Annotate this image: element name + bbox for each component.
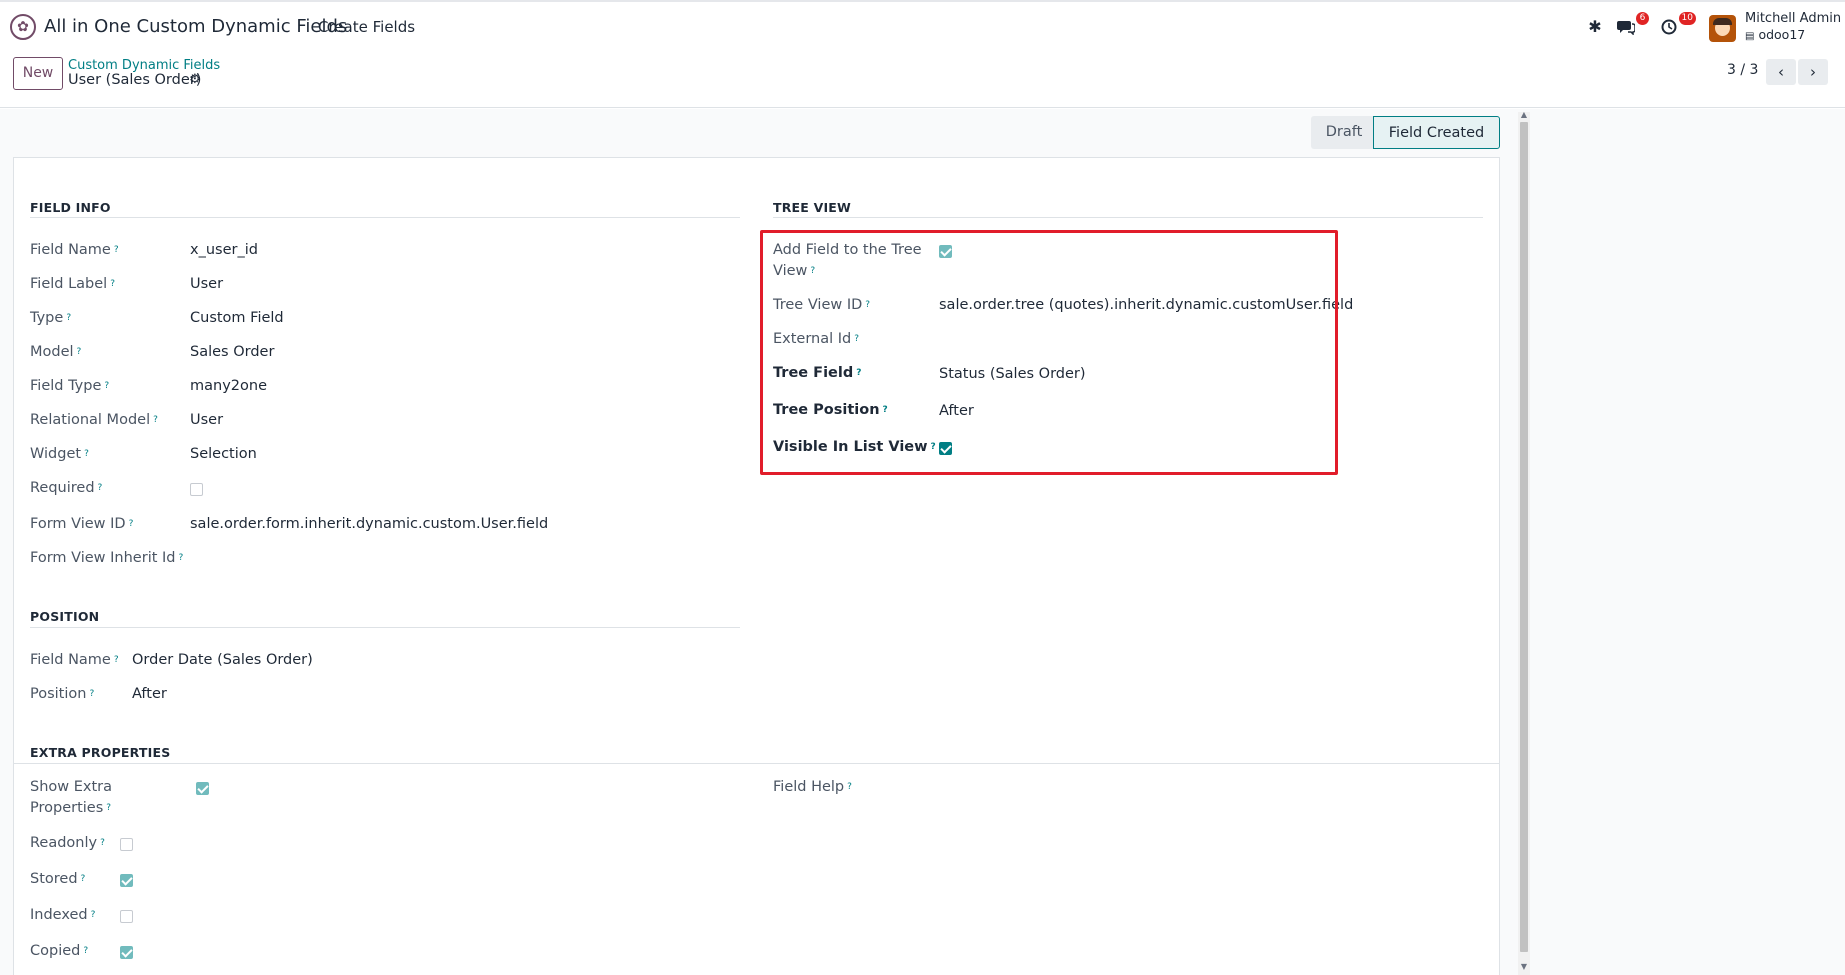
scroll-down-arrow-icon[interactable]: ▼ — [1518, 962, 1530, 971]
pager-value[interactable]: 3 / 3 — [1727, 62, 1758, 78]
value-field-label[interactable]: User — [190, 274, 223, 295]
database-icon: ▤ — [1745, 31, 1755, 42]
indexed-checkbox[interactable] — [120, 910, 133, 923]
label-widget: Widget? — [30, 446, 89, 462]
pager-previous-button[interactable]: ‹ — [1766, 59, 1796, 85]
label-position: Position? — [30, 686, 95, 702]
label-form-view-inherit-id: Form View Inherit Id? — [30, 550, 184, 566]
user-avatar[interactable] — [1709, 15, 1736, 42]
label-field-type: Field Type? — [30, 378, 110, 394]
section-divider — [14, 763, 1499, 764]
label-form-view-id: Form View ID? — [30, 516, 134, 532]
copied-checkbox[interactable] — [120, 946, 133, 959]
debug-bug-icon[interactable]: ✱ — [1584, 16, 1606, 38]
value-field-name[interactable]: x_user_id — [190, 240, 258, 261]
label-readonly: Readonly? — [30, 835, 105, 851]
value-position[interactable]: After — [132, 684, 167, 705]
value-type[interactable]: Custom Field — [190, 308, 284, 329]
value-field-type[interactable]: many2one — [190, 376, 267, 397]
scroll-up-arrow-icon[interactable]: ▲ — [1518, 110, 1530, 119]
stored-checkbox[interactable] — [120, 874, 133, 887]
value-position-field-name[interactable]: Order Date (Sales Order) — [132, 650, 313, 671]
top-navbar: ✿ All in One Custom Dynamic Fields Creat… — [0, 0, 1845, 52]
section-title-extra-properties: EXTRA PROPERTIES — [30, 745, 171, 760]
vertical-scrollbar[interactable]: ▲ ▼ — [1518, 110, 1530, 975]
value-form-view-id[interactable]: sale.order.form.inherit.dynamic.custom.U… — [190, 514, 548, 535]
label-stored: Stored? — [30, 871, 86, 887]
label-position-field-name: Field Name? — [30, 652, 119, 668]
activities-clock-icon[interactable]: 10 — [1658, 12, 1696, 38]
menu-create-fields[interactable]: Create Fields — [318, 18, 415, 36]
control-panel: New Custom Dynamic Fields User (Sales Or… — [0, 52, 1845, 108]
section-title-field-info: FIELD INFO — [30, 200, 111, 215]
label-model: Model? — [30, 344, 82, 360]
highlight-box — [760, 230, 1338, 475]
database-name: ▤ odoo17 — [1745, 27, 1805, 42]
show-extra-properties-checkbox[interactable] — [196, 782, 209, 795]
label-field-label: Field Label? — [30, 276, 115, 292]
app-name[interactable]: All in One Custom Dynamic Fields — [44, 16, 347, 37]
stage-draft[interactable]: Draft — [1311, 116, 1377, 149]
section-divider — [30, 217, 740, 218]
required-checkbox[interactable] — [190, 483, 203, 496]
scrollbar-thumb[interactable] — [1520, 122, 1528, 952]
user-name[interactable]: Mitchell Admin — [1745, 11, 1841, 26]
gear-icon[interactable]: ⚙ — [189, 72, 201, 87]
activities-badge: 10 — [1678, 12, 1696, 25]
database-label: odoo17 — [1758, 27, 1806, 42]
app-home-icon[interactable]: ✿ — [10, 14, 36, 40]
label-type: Type? — [30, 310, 72, 326]
messages-icon[interactable]: 6 — [1615, 12, 1649, 38]
stage-field-created[interactable]: Field Created — [1373, 116, 1500, 149]
pager-next-button[interactable]: › — [1798, 59, 1828, 85]
section-title-position: POSITION — [30, 609, 100, 624]
value-model[interactable]: Sales Order — [190, 342, 274, 363]
new-button[interactable]: New — [13, 57, 63, 90]
value-widget[interactable]: Selection — [190, 444, 257, 465]
chevron-right-icon: › — [1810, 63, 1816, 81]
section-divider — [773, 217, 1483, 218]
breadcrumb-parent-link[interactable]: Custom Dynamic Fields — [68, 58, 220, 73]
value-relational-model[interactable]: User — [190, 410, 223, 431]
label-field-help: Field Help? — [773, 779, 852, 795]
label-relational-model: Relational Model? — [30, 412, 158, 428]
chevron-left-icon: ‹ — [1778, 63, 1784, 81]
readonly-checkbox[interactable] — [120, 838, 133, 851]
section-title-tree-view: TREE VIEW — [773, 200, 852, 215]
label-copied: Copied? — [30, 943, 89, 959]
label-required: Required? — [30, 480, 103, 496]
label-indexed: Indexed? — [30, 907, 96, 923]
section-divider — [30, 627, 740, 628]
breadcrumb-current: User (Sales Order) — [68, 72, 202, 88]
label-show-extra-properties: Show Extra Properties? — [30, 779, 113, 816]
messages-badge: 6 — [1636, 12, 1649, 25]
label-field-name: Field Name? — [30, 242, 119, 258]
